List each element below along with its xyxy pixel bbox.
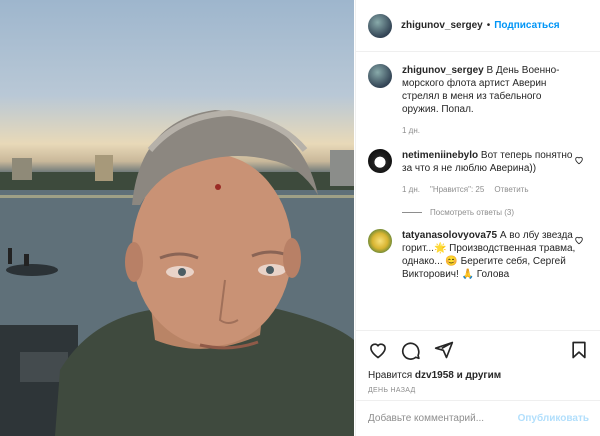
author-username[interactable]: zhigunov_sergey	[401, 20, 483, 31]
comment-heart-icon[interactable]	[574, 155, 584, 165]
comment-username[interactable]: netimeniinebylo	[402, 150, 478, 161]
caption-time[interactable]: 1 дн.	[402, 124, 420, 137]
caption: zhigunov_sergey В День Военно-морского ф…	[368, 64, 588, 137]
heart-icon[interactable]	[368, 340, 388, 360]
likes-prefix: Нравится	[368, 370, 413, 381]
comment-username[interactable]: tatyanasolovyova75	[402, 230, 497, 241]
view-replies-button[interactable]: Посмотреть ответы (3)	[402, 208, 588, 217]
list-item: tatyanasolovyova75 А во лбу звезда горит…	[368, 229, 588, 281]
post-photo[interactable]	[0, 0, 354, 436]
post-header: zhigunov_sergey • Подписаться	[356, 0, 600, 52]
publish-button[interactable]: Опубликовать	[518, 413, 589, 424]
bookmark-icon[interactable]	[569, 340, 589, 360]
post-sidebar: zhigunov_sergey • Подписаться zhigunov_s…	[355, 0, 600, 436]
photo-scene	[0, 109, 354, 436]
comment-avatar[interactable]	[368, 149, 392, 173]
post-actions: Нравится dzv1958 и другим ДЕНЬ НАЗАД	[356, 330, 600, 394]
comment-icon[interactable]	[401, 340, 421, 360]
likes-line: Нравится dzv1958 и другим	[368, 370, 589, 381]
comment-time[interactable]: 1 дн.	[402, 183, 420, 196]
share-icon[interactable]	[434, 340, 454, 360]
caption-username[interactable]: zhigunov_sergey	[402, 65, 484, 76]
header-separator: •	[486, 20, 491, 31]
comment-heart-icon[interactable]	[574, 235, 584, 245]
add-comment-bar: Опубликовать	[356, 400, 600, 436]
comments-list[interactable]: zhigunov_sergey В День Военно-морского ф…	[356, 52, 600, 330]
likes-others[interactable]: и другим	[457, 370, 502, 381]
caption-avatar[interactable]	[368, 64, 392, 88]
comment-input[interactable]	[368, 413, 518, 424]
post-date[interactable]: ДЕНЬ НАЗАД	[368, 387, 589, 394]
view-replies-label[interactable]: Посмотреть ответы (3)	[430, 208, 514, 217]
list-item: netimeniinebylo Вот теперь понятно за чт…	[368, 149, 588, 196]
follow-button[interactable]: Подписаться	[494, 20, 559, 31]
reply-button[interactable]: Ответить	[494, 183, 528, 196]
comment-avatar[interactable]	[368, 229, 392, 253]
comment-likes-count[interactable]: "Нравится": 25	[430, 183, 484, 196]
replies-divider	[402, 212, 422, 213]
likes-user[interactable]: dzv1958	[415, 370, 454, 381]
instagram-post: zhigunov_sergey • Подписаться zhigunov_s…	[0, 0, 600, 436]
author-avatar[interactable]	[368, 13, 392, 38]
